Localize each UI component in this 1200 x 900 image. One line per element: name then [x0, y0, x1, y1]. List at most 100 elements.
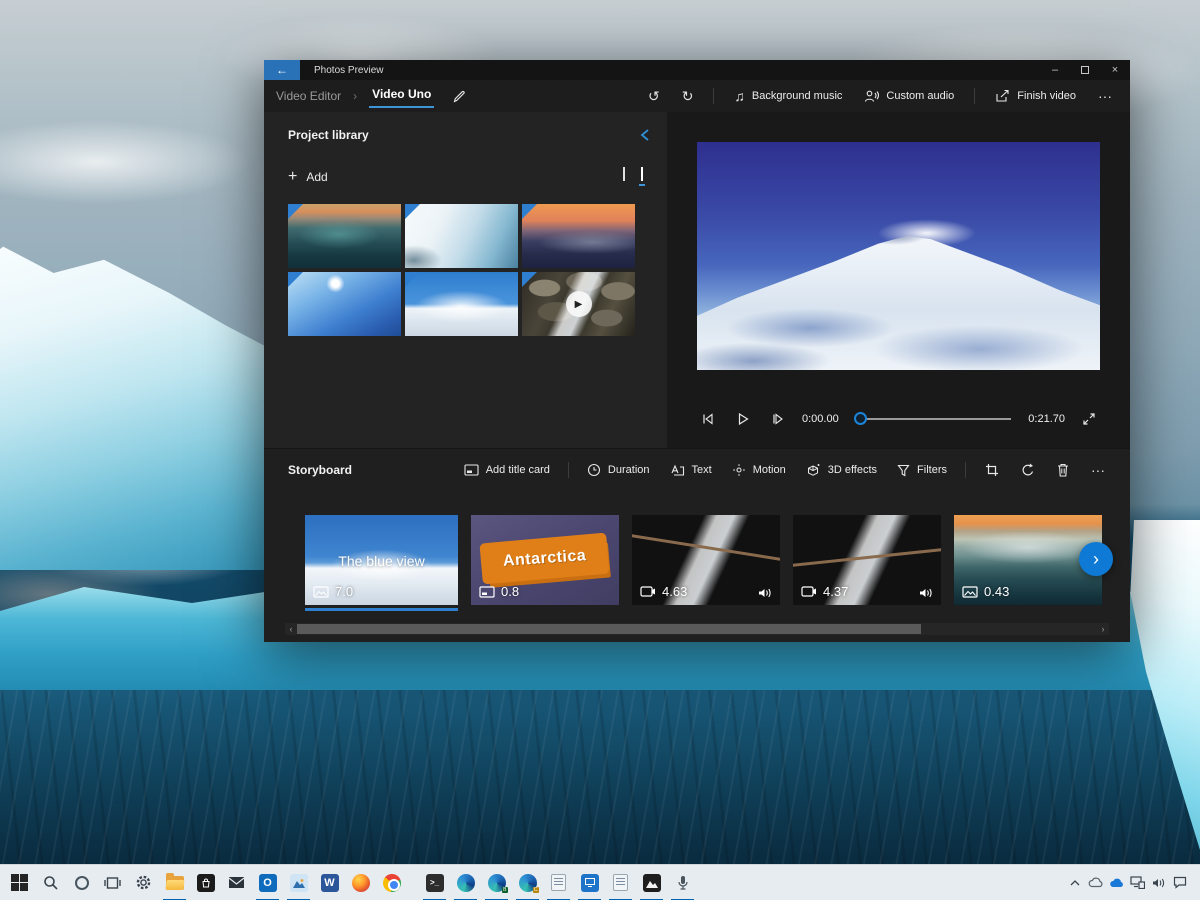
thumbnail-ice-slope-sun[interactable] [288, 272, 401, 336]
breadcrumb-separator: › [353, 89, 358, 103]
delete-button[interactable] [1048, 459, 1078, 481]
filters-button[interactable]: Filters [889, 460, 955, 481]
speaker-icon [759, 588, 771, 598]
file-explorer-button[interactable] [159, 865, 190, 900]
redo-button[interactable]: ↻ [674, 83, 702, 110]
network-button[interactable] [1127, 865, 1148, 900]
scrollbar-thumb[interactable] [297, 624, 921, 634]
fullscreen-button[interactable] [1078, 412, 1100, 426]
clip-stream-video-1[interactable]: 4.63 [632, 515, 780, 605]
custom-audio-button[interactable]: Custom audio [856, 84, 962, 108]
effects-3d-button[interactable]: 3D effects [798, 459, 885, 481]
text-icon [670, 464, 684, 476]
voice-recorder-button[interactable] [667, 865, 698, 900]
seek-bar[interactable] [853, 412, 1012, 425]
photos-icon [289, 873, 308, 892]
word-button[interactable]: W [314, 865, 345, 900]
storyboard-more-button[interactable]: ··· [1082, 458, 1114, 482]
next-frame-button[interactable] [767, 412, 789, 426]
collapse-panel-button[interactable] [639, 128, 651, 142]
play-button[interactable] [732, 412, 754, 426]
terminal-button[interactable]: >_ [419, 865, 450, 900]
motion-button[interactable]: Motion [724, 459, 794, 481]
cloud-outline-icon [1088, 877, 1102, 888]
content-area: Project library + Add ▶ 0:00.00 0:21.70 [264, 112, 1130, 448]
close-button[interactable]: × [1100, 60, 1130, 80]
back-button[interactable]: ← [264, 60, 300, 80]
storyboard-title: Storyboard [288, 463, 353, 477]
notepad-2-button[interactable] [605, 865, 636, 900]
thumbnail-rocky-stream-video[interactable]: ▶ [522, 272, 635, 336]
cortana-button[interactable] [66, 865, 97, 900]
undo-button[interactable]: ↺ [640, 83, 668, 110]
clip-meta: 4.37 [801, 584, 848, 599]
edge-button[interactable] [450, 865, 481, 900]
previous-frame-button[interactable] [697, 412, 719, 426]
maximize-button[interactable] [1070, 60, 1100, 80]
seek-thumb[interactable] [853, 412, 867, 425]
notepad-button[interactable] [543, 865, 574, 900]
large-grid-view-button[interactable] [623, 167, 625, 186]
task-view-button[interactable] [97, 865, 128, 900]
photos-preview-button[interactable] [636, 865, 667, 900]
library-header: Project library [288, 128, 649, 142]
terminal-icon: >_ [425, 873, 444, 892]
edge-canary-button[interactable]: C [512, 865, 543, 900]
back-icon: ← [276, 63, 288, 77]
clip-art [793, 548, 941, 568]
volume-button[interactable] [1148, 865, 1169, 900]
rotate-button[interactable] [1012, 459, 1044, 481]
scroll-right-arrow[interactable]: › [1097, 623, 1109, 635]
thumbnail-iceberg-sunset-dark[interactable] [288, 204, 401, 268]
undo-icon: ↺ [647, 87, 660, 104]
firefox-button[interactable] [345, 865, 376, 900]
background-music-button[interactable]: ♫ Background music [726, 83, 850, 109]
onedrive-blue-button[interactable] [1106, 865, 1127, 900]
clip-antarctica-title-card[interactable]: Antarctica 0.8 [471, 515, 619, 605]
scroll-left-arrow[interactable]: ‹ [285, 623, 297, 635]
thumbnail-iceberg-closeup[interactable] [405, 204, 518, 268]
crop-icon [986, 464, 998, 476]
thumbnail-iceberg-sunset-orange[interactable] [522, 204, 635, 268]
firefox-icon [351, 873, 370, 892]
start-button[interactable] [4, 865, 35, 900]
action-center-button[interactable] [1169, 865, 1190, 900]
action-center-icon [1173, 876, 1186, 889]
storyboard-next-button[interactable]: › [1079, 542, 1113, 576]
show-hidden-icons-button[interactable] [1064, 865, 1085, 900]
microsoft-store-button[interactable] [190, 865, 221, 900]
window-controls: – × [1040, 60, 1130, 80]
small-grid-view-button[interactable] [639, 167, 645, 186]
add-title-card-button[interactable]: Add title card [456, 460, 558, 480]
duration-button[interactable]: Duration [579, 459, 658, 481]
next-frame-icon [773, 413, 783, 425]
movies-tv-button[interactable] [574, 865, 605, 900]
storyboard-section: Storyboard Add title card Duration Text … [264, 448, 1130, 642]
outlook-button[interactable]: O [252, 865, 283, 900]
onedrive-gray-button[interactable] [1085, 865, 1106, 900]
clip-stream-video-2[interactable]: 4.37 [793, 515, 941, 605]
settings-button[interactable] [128, 865, 159, 900]
mail-button[interactable] [221, 865, 252, 900]
breadcrumb-video-editor[interactable]: Video Editor [276, 89, 341, 103]
rename-project-button[interactable] [452, 89, 467, 104]
video-preview[interactable] [697, 142, 1100, 370]
photos-app-button[interactable] [283, 865, 314, 900]
crop-button[interactable] [976, 459, 1008, 481]
taskbar-search-button[interactable] [35, 865, 66, 900]
see-more-button[interactable]: ··· [1090, 83, 1120, 109]
filters-icon [897, 464, 910, 476]
scrollbar-track[interactable] [297, 623, 1097, 635]
minimize-button[interactable]: – [1040, 60, 1070, 80]
add-media-button[interactable]: + Add [288, 168, 328, 186]
chrome-button[interactable] [376, 865, 407, 900]
storyboard-scrollbar[interactable]: ‹ › [285, 623, 1109, 635]
edge-beta-button[interactable]: B [481, 865, 512, 900]
clip-the-blue-view[interactable]: The blue view 7.0 [305, 515, 458, 605]
finish-video-button[interactable]: Finish video [987, 84, 1084, 108]
thumbnail-snow-mountain[interactable] [405, 272, 518, 336]
text-button[interactable]: Text [662, 460, 720, 481]
taskbar: O W >_ B C [0, 864, 1200, 900]
playback-controls: 0:00.00 0:21.70 [697, 404, 1100, 434]
video-icon [801, 586, 816, 597]
